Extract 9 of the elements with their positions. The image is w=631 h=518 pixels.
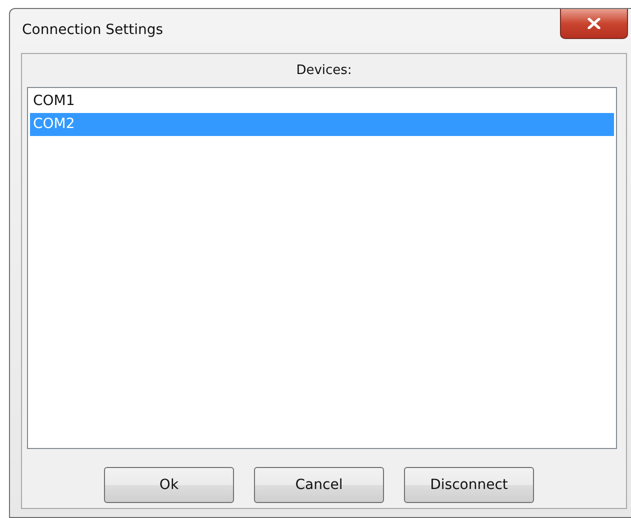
dialog-button[interactable]: Cancel [254,467,384,503]
devices-label: Devices: [296,63,352,78]
dialog-button[interactable]: Disconnect [404,467,534,503]
device-item[interactable]: COM1 [30,90,614,113]
dialog-button[interactable]: Ok [104,467,234,503]
device-list[interactable]: COM1 COM2 [27,87,617,449]
window-title: Connection Settings [22,22,164,38]
close-icon [587,18,601,29]
close-button[interactable] [560,9,628,39]
